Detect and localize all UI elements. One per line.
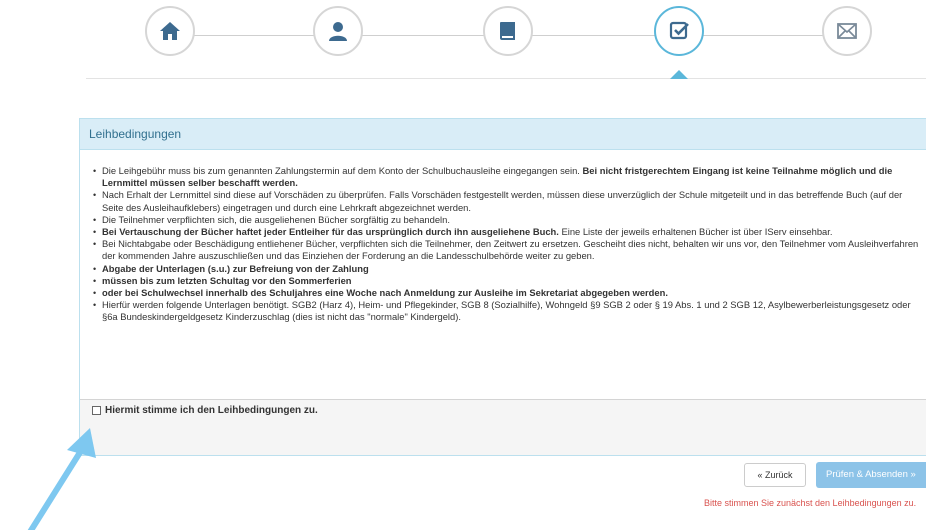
term-item: Bei Vertauschung der Bücher haftet jeder… [92,226,925,238]
terms-list: Die Leihgebühr muss bis zum genannten Za… [92,165,925,324]
term-item: müssen bis zum letzten Schultag vor den … [92,275,925,287]
term-item: Bei Nichtabgabe oder Beschädigung entlie… [92,238,925,262]
panel-footer: Hiermit stimme ich den Leihbedingungen z… [80,400,926,455]
term-item: Hierfür werden folgende Unterlagen benöt… [92,299,925,323]
term-item: oder bei Schulwechsel innerhalb des Schu… [92,287,925,299]
step-home[interactable] [145,6,195,56]
term-item: Nach Erhalt der Lernmittel sind diese au… [92,189,925,213]
book-icon [500,22,515,40]
agree-row[interactable]: Hiermit stimme ich den Leihbedingungen z… [90,400,926,416]
envelope-icon [837,23,857,39]
panel-heading: Leihbedingungen [80,119,926,150]
terms-panel: Leihbedingungen Die Leihgebühr muss bis … [79,118,926,456]
term-item: Abgabe der Unterlagen (s.u.) zur Befreiu… [92,263,925,275]
term-item: Die Teilnehmer verpflichten sich, die au… [92,214,925,226]
submit-button[interactable]: Prüfen & Absenden » [816,462,926,488]
annotation-arrow-icon [27,428,96,530]
error-message: Bitte stimmen Sie zunächst den Leihbedin… [704,498,917,508]
user-icon [329,22,347,41]
step-user[interactable] [313,6,363,56]
step-send[interactable] [822,6,872,56]
terms-body: Die Leihgebühr muss bis zum genannten Za… [80,150,926,400]
step-confirm[interactable] [654,6,704,56]
active-step-pointer [670,70,688,79]
stepper-divider [86,78,926,79]
progress-stepper [0,0,926,80]
home-icon [160,22,180,40]
step-book[interactable] [483,6,533,56]
back-button[interactable]: « Zurück [744,463,806,487]
term-item: Die Leihgebühr muss bis zum genannten Za… [92,165,925,189]
check-square-icon [669,21,689,40]
agree-label[interactable]: Hiermit stimme ich den Leihbedingungen z… [105,405,318,416]
